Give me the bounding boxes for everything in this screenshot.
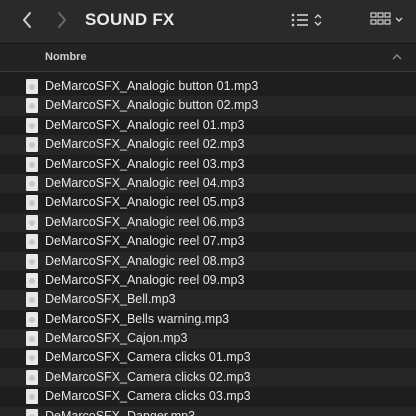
sort-ascending-icon[interactable] — [392, 53, 402, 61]
list-view-button[interactable] — [290, 9, 330, 31]
file-name: DeMarcoSFX_Analogic reel 02.mp3 — [45, 137, 245, 152]
file-name: DeMarcoSFX_Analogic reel 04.mp3 — [45, 175, 245, 190]
file-row[interactable]: DeMarcoSFX_Cajon.mp3 — [0, 329, 416, 349]
file-name: DeMarcoSFX_Analogic reel 05.mp3 — [45, 195, 245, 210]
audio-file-icon — [26, 234, 38, 250]
audio-file-icon — [26, 369, 38, 385]
file-row[interactable]: DeMarcoSFX_Analogic reel 02.mp3 — [0, 135, 416, 155]
window-title: SOUND FX — [85, 10, 175, 29]
audio-file-icon — [26, 156, 38, 172]
file-name: DeMarcoSFX_Analogic reel 09.mp3 — [45, 272, 245, 287]
file-list: DeMarcoSFX_Analogic button 01.mp3 DeMarco… — [0, 77, 416, 416]
file-row[interactable]: DeMarcoSFX_Bell.mp3 — [0, 290, 416, 310]
file-row[interactable]: DeMarcoSFX_Analogic reel 09.mp3 — [0, 271, 416, 290]
audio-file-icon — [26, 311, 38, 327]
file-row[interactable]: DeMarcoSFX_Analogic reel 04.mp3 — [0, 173, 416, 194]
finder-window: SOUND FX Nombre DeMarcoSFX_Analogic butt… — [0, 0, 416, 416]
grid-view-button[interactable] — [370, 9, 412, 31]
file-row[interactable]: DeMarcoSFX_Analogic button 01.mp3 — [0, 77, 416, 96]
audio-file-icon — [26, 272, 38, 288]
audio-file-icon — [26, 331, 38, 347]
file-name: DeMarcoSFX_Camera clicks 02.mp3 — [45, 369, 251, 384]
audio-file-icon — [26, 98, 38, 114]
file-name: DeMarcoSFX_Analogic reel 01.mp3 — [45, 117, 245, 132]
file-name: DeMarcoSFX_Analogic reel 03.mp3 — [45, 156, 245, 171]
audio-file-icon — [26, 79, 38, 94]
file-name: DeMarcoSFX_Camera clicks 03.mp3 — [45, 389, 251, 404]
file-name: DeMarcoSFX_Analogic reel 08.mp3 — [45, 253, 245, 268]
file-row[interactable]: DeMarcoSFX_Analogic reel 01.mp3 — [0, 116, 416, 135]
file-row[interactable]: DeMarcoSFX_Analogic reel 03.mp3 — [0, 155, 416, 174]
file-row[interactable]: DeMarcoSFX_Danger.mp3 — [0, 406, 416, 416]
file-row[interactable]: DeMarcoSFX_Analogic reel 05.mp3 — [0, 193, 416, 212]
file-row[interactable]: DeMarcoSFX_Camera clicks 02.mp3 — [0, 367, 416, 388]
chevron-left-icon — [23, 12, 31, 28]
toolbar: SOUND FX — [0, 0, 416, 44]
list-view-icon — [291, 13, 322, 27]
grid-view-icon — [370, 12, 403, 25]
chevron-right-icon — [58, 12, 66, 28]
forward-button[interactable] — [51, 9, 73, 31]
file-name: DeMarcoSFX_Camera clicks 01.mp3 — [45, 350, 251, 365]
audio-file-icon — [26, 350, 38, 366]
audio-file-icon — [26, 117, 38, 133]
file-row[interactable]: DeMarcoSFX_Analogic reel 08.mp3 — [0, 251, 416, 271]
file-name: DeMarcoSFX_Analogic reel 07.mp3 — [45, 234, 245, 249]
audio-file-icon — [26, 195, 38, 211]
audio-file-icon — [26, 389, 38, 405]
file-name: DeMarcoSFX_Danger.mp3 — [45, 408, 196, 416]
file-row[interactable]: DeMarcoSFX_Analogic reel 06.mp3 — [0, 212, 416, 233]
file-row[interactable]: DeMarcoSFX_Bells warning.mp3 — [0, 310, 416, 329]
file-row[interactable]: DeMarcoSFX_Analogic reel 07.mp3 — [0, 232, 416, 251]
column-header: Nombre — [0, 44, 416, 72]
file-name: DeMarcoSFX_Analogic reel 06.mp3 — [45, 214, 245, 229]
audio-file-icon — [26, 408, 38, 416]
file-name: DeMarcoSFX_Bells warning.mp3 — [45, 311, 230, 326]
file-name: DeMarcoSFX_Analogic button 01.mp3 — [45, 79, 259, 93]
file-name: DeMarcoSFX_Analogic button 02.mp3 — [45, 98, 259, 113]
audio-file-icon — [26, 137, 38, 153]
audio-file-icon — [26, 292, 38, 308]
file-name: DeMarcoSFX_Bell.mp3 — [45, 292, 176, 307]
back-button[interactable] — [16, 9, 38, 31]
file-row[interactable]: DeMarcoSFX_Camera clicks 01.mp3 — [0, 348, 416, 367]
audio-file-icon — [26, 175, 38, 191]
audio-file-icon — [26, 253, 38, 269]
file-name: DeMarcoSFX_Cajon.mp3 — [45, 331, 188, 346]
audio-file-icon — [26, 214, 38, 230]
file-row[interactable]: DeMarcoSFX_Camera clicks 03.mp3 — [0, 387, 416, 406]
file-row[interactable]: DeMarcoSFX_Analogic button 02.mp3 — [0, 96, 416, 116]
name-column-header[interactable]: Nombre — [45, 51, 87, 63]
